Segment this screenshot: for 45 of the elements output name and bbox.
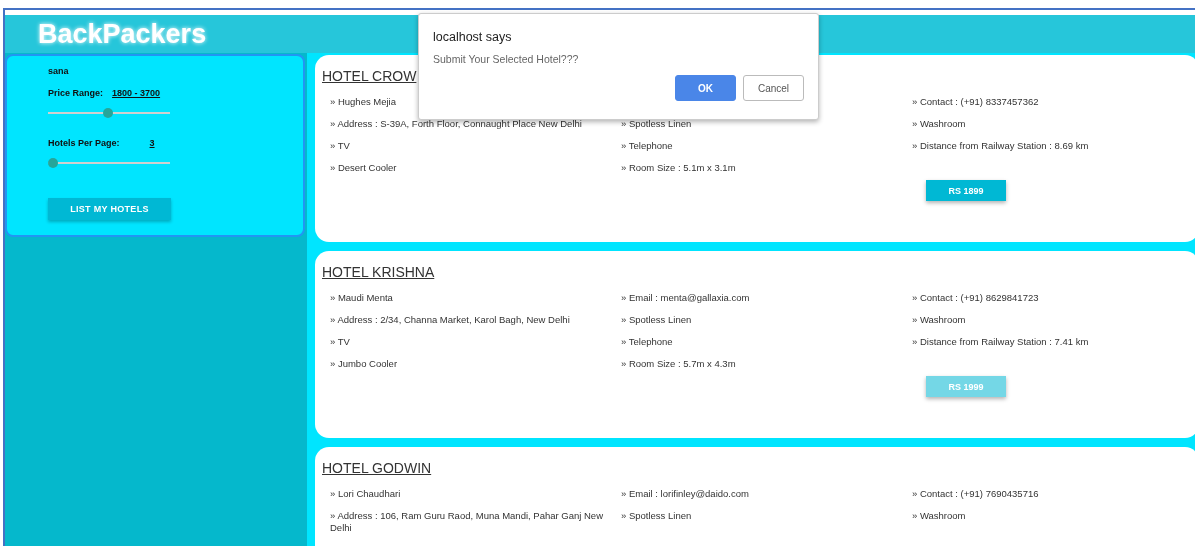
slider-track[interactable] bbox=[48, 158, 170, 168]
hotel-detail: » Washroom bbox=[912, 118, 966, 129]
ok-button[interactable]: OK bbox=[675, 75, 736, 101]
hotel-detail: » Telephone bbox=[621, 336, 673, 347]
hotel-detail: » Telephone bbox=[621, 140, 673, 151]
hotel-detail: » Hughes Mejia bbox=[330, 96, 396, 107]
list-hotels-button[interactable]: LIST MY HOTELS bbox=[48, 198, 171, 220]
filter-label: Price Range: bbox=[48, 88, 104, 98]
slider-track[interactable] bbox=[48, 108, 170, 118]
filter-label: Hotels Per Page: bbox=[48, 138, 120, 148]
hotel-detail: » Spotless Linen bbox=[621, 118, 692, 129]
hotel-detail: » Jumbo Cooler bbox=[330, 358, 398, 369]
hotel-detail: » Address : S-39A, Forth Floor, Connaught Place New Delhi bbox=[330, 118, 582, 129]
hotel-title[interactable]: HOTEL GODWIN bbox=[322, 460, 1195, 476]
hotel-detail: » Spotless Linen bbox=[621, 314, 692, 325]
hotel-title[interactable]: HOTEL KRISHNA bbox=[322, 264, 1195, 280]
hotel-detail: » TV bbox=[330, 140, 350, 151]
hotel-detail: » Contact : (+91) 8629841723 bbox=[912, 292, 1039, 303]
hotel-detail: » Distance from Railway Station : 8.69 km bbox=[912, 140, 1089, 151]
price-button[interactable]: RS 1899 bbox=[926, 180, 1006, 201]
hotel-detail: » Distance from Railway Station : 7.41 km bbox=[912, 336, 1089, 347]
hotel-detail: » Maudi Menta bbox=[330, 292, 393, 303]
filter-value: 1800 - 3700 bbox=[112, 88, 161, 98]
hotel-detail: » Washroom bbox=[912, 510, 966, 521]
hotel-detail: » Desert Cooler bbox=[330, 162, 397, 173]
hotel-detail: » Address : 106, Ram Guru Raod, Muna Mandi, Pahar Ganj New Delhi bbox=[330, 510, 603, 533]
hotel-detail: » Room Size : 5.7m x 4.3m bbox=[621, 358, 736, 369]
slider-thumb[interactable] bbox=[48, 158, 58, 168]
user-name: sana bbox=[48, 66, 70, 76]
filter-value: 3 bbox=[149, 138, 155, 148]
logo: BackPackers bbox=[38, 18, 207, 50]
hotel-detail: » Address : 2/34, Channa Market, Karol Bagh, New Delhi bbox=[330, 314, 570, 325]
cancel-button[interactable]: Cancel bbox=[743, 75, 804, 101]
hotel-detail: » Email : menta@gallaxia.com bbox=[621, 292, 750, 303]
hotel-detail: » Email : lorifinley@daido.com bbox=[621, 488, 749, 499]
hotel-detail: » Spotless Linen bbox=[621, 510, 692, 521]
hotel-detail: » Contact : (+91) 8337457362 bbox=[912, 96, 1039, 107]
hotel-detail: » TV bbox=[330, 336, 350, 347]
hotel-detail: » Contact : (+91) 7690435716 bbox=[912, 488, 1039, 499]
hotel-detail: » Lori Chaudhari bbox=[330, 488, 401, 499]
hotel-detail: » Washroom bbox=[912, 314, 966, 325]
hotel-detail: » Room Size : 5.1m x 3.1m bbox=[621, 162, 736, 173]
dialog-message: Submit Your Selected Hotel??? bbox=[433, 53, 580, 65]
slider-thumb[interactable] bbox=[102, 108, 113, 118]
dialog-title: localhost says bbox=[433, 30, 513, 44]
